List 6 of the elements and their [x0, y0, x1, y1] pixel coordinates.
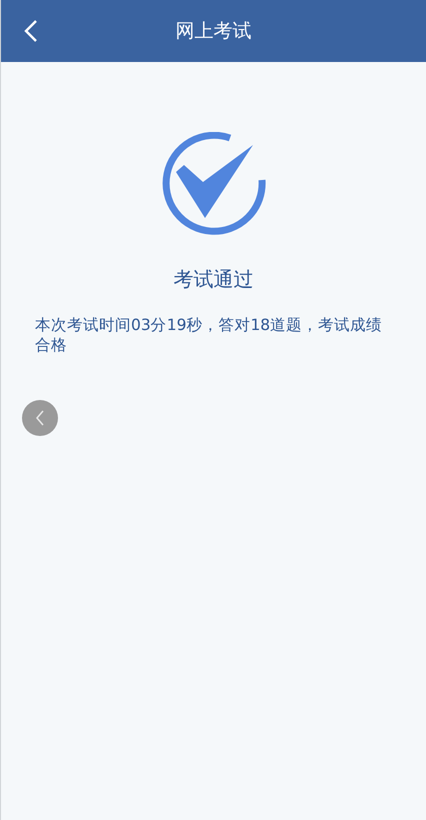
- result-title: 考试通过: [174, 266, 254, 293]
- result-message: 本次考试时间03分19秒，答对18道题，考试成绩合格: [35, 315, 384, 355]
- page-title: 网上考试: [176, 19, 252, 44]
- chevron-left-icon: [35, 410, 45, 426]
- chevron-left-icon: [23, 19, 39, 43]
- floating-back-button[interactable]: [22, 400, 58, 436]
